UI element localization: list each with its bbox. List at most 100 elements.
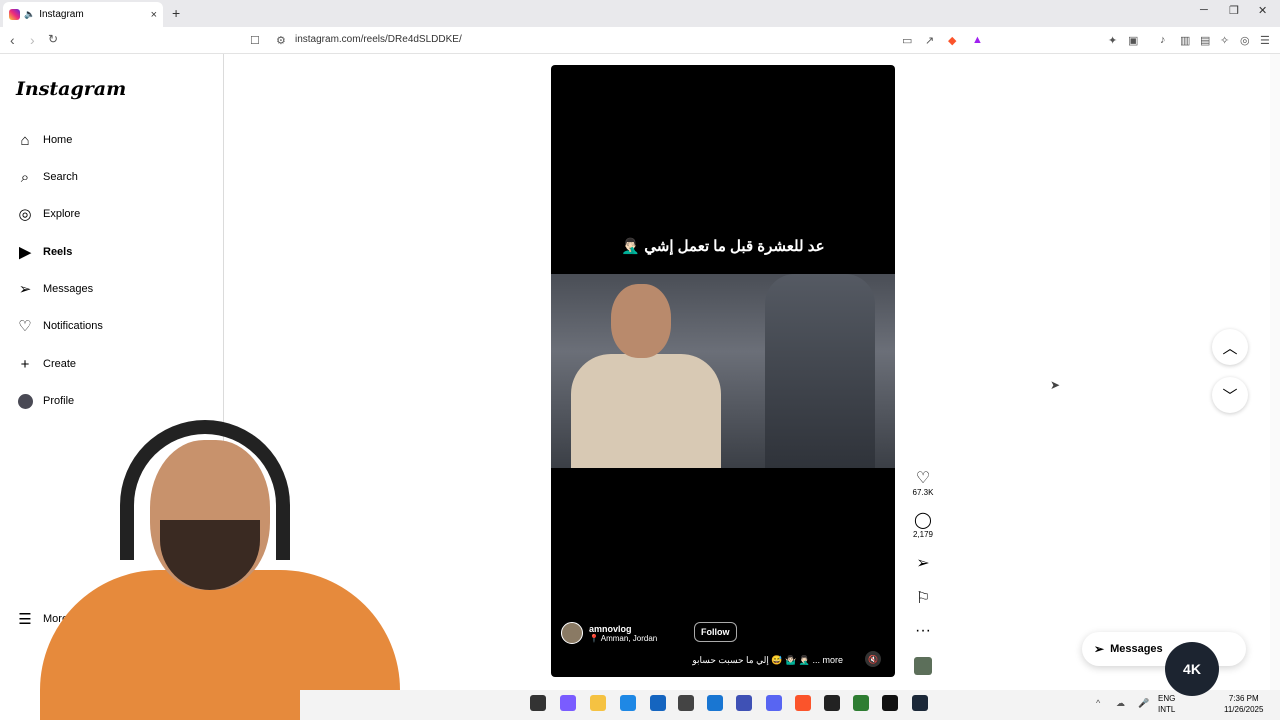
app3-icon[interactable]: [853, 695, 869, 711]
rewards-icon[interactable]: ▲: [972, 34, 983, 46]
time: 7:36 PM: [1228, 694, 1259, 703]
sidebar-item-label: Create: [43, 358, 77, 370]
comment-button[interactable]: ◯ 2,179: [905, 510, 941, 539]
messages-label: Messages: [1110, 643, 1163, 655]
author-avatar[interactable]: [561, 622, 583, 644]
brave-icon[interactable]: [795, 695, 811, 711]
mute-icon[interactable]: 🔇: [865, 651, 881, 667]
edge-icon[interactable]: [620, 695, 636, 711]
store-icon[interactable]: [650, 695, 666, 711]
next-reel-button[interactable]: ﹀: [1212, 377, 1248, 413]
app2-icon[interactable]: [736, 695, 752, 711]
vs-icon[interactable]: [707, 695, 723, 711]
sidebar-item-reels[interactable]: ▶ Reels: [16, 240, 72, 264]
url-field[interactable]: instagram.com/reels/DRe4dSLDDKE/: [295, 34, 462, 45]
sidebar-item-label: Search: [43, 171, 78, 183]
sidebar-item-label: Profile: [43, 395, 75, 407]
date: 11/26/2025: [1224, 705, 1264, 714]
minimize-icon[interactable]: ─: [1200, 4, 1208, 16]
heart-icon: ♡: [18, 318, 32, 335]
tab-close-icon[interactable]: ×: [151, 9, 157, 21]
speaker-icon[interactable]: 🔈: [24, 9, 35, 20]
media-icon[interactable]: ♪: [1160, 34, 1166, 46]
back-icon[interactable]: ‹: [10, 32, 15, 48]
scrollbar[interactable]: [1270, 54, 1280, 690]
reels-icon: ▶: [19, 244, 31, 261]
reel-author[interactable]: amnovlog 📍 Amman, Jordan: [561, 622, 657, 644]
hamburger-icon: ☰: [18, 611, 32, 628]
discord-icon[interactable]: [766, 695, 782, 711]
chevron-up-icon: ︿: [1222, 339, 1238, 357]
comment-icon: ◯: [914, 512, 932, 529]
share-icon[interactable]: ↗: [925, 34, 934, 47]
cloud-icon[interactable]: ☁: [1116, 698, 1125, 709]
sidebar-item-profile[interactable]: Profile: [16, 389, 74, 413]
author-location[interactable]: 📍 Amman, Jordan: [589, 634, 657, 643]
sidebar-item-home[interactable]: ⌂ Home: [16, 128, 72, 152]
location-text: Amman, Jordan: [600, 633, 658, 643]
sidebar-item-search[interactable]: ⌕ Search: [16, 165, 78, 189]
forward-icon[interactable]: ›: [30, 32, 35, 48]
person: [571, 284, 721, 468]
copilot-icon[interactable]: [560, 695, 576, 711]
reel-overlay-text: عد للعشرة قبل ما تعمل إشي 🤦🏻‍♂️: [621, 238, 825, 255]
sidebar-item-label: Home: [43, 134, 73, 146]
sidebar-item-messages[interactable]: ➢ Messages: [16, 277, 93, 301]
author-name[interactable]: amnovlog: [589, 624, 657, 634]
app-icon[interactable]: [678, 695, 694, 711]
leo-icon[interactable]: ✧: [1220, 34, 1229, 47]
chevron-down-icon: ﹀: [1222, 387, 1238, 405]
like-count: 67.3K: [912, 488, 934, 497]
save-button[interactable]: ⚐: [905, 588, 941, 608]
restore-icon[interactable]: ❐: [1229, 4, 1239, 17]
cast-icon[interactable]: ▭: [902, 34, 912, 47]
instagram-favicon-icon: [9, 9, 20, 20]
address-bar: ‹ › ↻ ☐ ⚙ instagram.com/reels/DRe4dSLDDK…: [0, 27, 1280, 54]
language-indicator[interactable]: ENG INTL: [1158, 693, 1175, 715]
taskbar-clock[interactable]: 7:36 PM 11/26/2025: [1224, 693, 1263, 715]
previous-reel-button[interactable]: ︿: [1212, 329, 1248, 365]
sidebar-toggle-icon[interactable]: ▥: [1180, 34, 1190, 47]
sidebar-item-label: Reels: [43, 246, 73, 258]
brave-shield-icon[interactable]: ◆: [948, 34, 956, 47]
new-tab-button[interactable]: +: [172, 5, 180, 21]
comment-count: 2,179: [912, 530, 934, 539]
wallet2-icon[interactable]: ▤: [1200, 34, 1210, 47]
reload-icon[interactable]: ↻: [48, 32, 58, 46]
mic-icon[interactable]: 🎤: [1138, 698, 1149, 709]
follow-button[interactable]: Follow: [694, 622, 737, 642]
taskview-icon[interactable]: [530, 695, 546, 711]
messages-icon: ➢: [18, 281, 32, 298]
search-icon: ⌕: [20, 168, 30, 186]
menu-icon[interactable]: ☰: [1260, 34, 1270, 47]
more-options-button[interactable]: ···: [905, 622, 941, 640]
bookmark-icon: ⚐: [915, 590, 931, 607]
wallet-icon[interactable]: ▣: [1128, 34, 1138, 47]
reel-video-frame[interactable]: [551, 274, 895, 468]
like-button[interactable]: ♡ 67.3K: [905, 468, 941, 497]
messages-button[interactable]: ➢ Messages: [1082, 632, 1246, 666]
lang-primary: ENG: [1158, 694, 1176, 703]
tray-chevron-icon[interactable]: ^: [1096, 698, 1100, 708]
bookmark-icon[interactable]: ☐: [250, 34, 260, 47]
tab-instagram[interactable]: 🔈 Instagram ×: [3, 2, 163, 27]
extensions-icon[interactable]: ✦: [1108, 34, 1117, 47]
reel-description[interactable]: إلي ما حسبت حسابو 😅 🤷🏻‍♂️ 🤦🏻‍♂️ ... more: [692, 655, 843, 666]
site-info-icon[interactable]: ⚙: [276, 34, 286, 47]
channel-badge: 4K: [1165, 642, 1219, 696]
obs-icon[interactable]: [824, 695, 840, 711]
vpn-icon[interactable]: ◎: [1240, 34, 1250, 47]
home-icon: ⌂: [20, 131, 30, 149]
sidebar-item-notifications[interactable]: ♡ Notifications: [16, 314, 103, 338]
instagram-logo[interactable]: Instagram: [16, 78, 126, 100]
explorer-icon[interactable]: [590, 695, 606, 711]
sidebar-item-create[interactable]: + Create: [16, 352, 76, 376]
reel-video[interactable]: عد للعشرة قبل ما تعمل إشي 🤦🏻‍♂️ amnovlog…: [551, 65, 895, 677]
sidebar-item-explore[interactable]: ◎ Explore: [16, 202, 80, 226]
epic-icon[interactable]: [882, 695, 898, 711]
close-window-icon[interactable]: ✕: [1258, 4, 1267, 17]
share-button[interactable]: ➢: [905, 553, 941, 573]
steam-icon[interactable]: [912, 695, 928, 711]
audio-thumbnail[interactable]: [914, 657, 932, 675]
explore-icon: ◎: [18, 206, 32, 223]
